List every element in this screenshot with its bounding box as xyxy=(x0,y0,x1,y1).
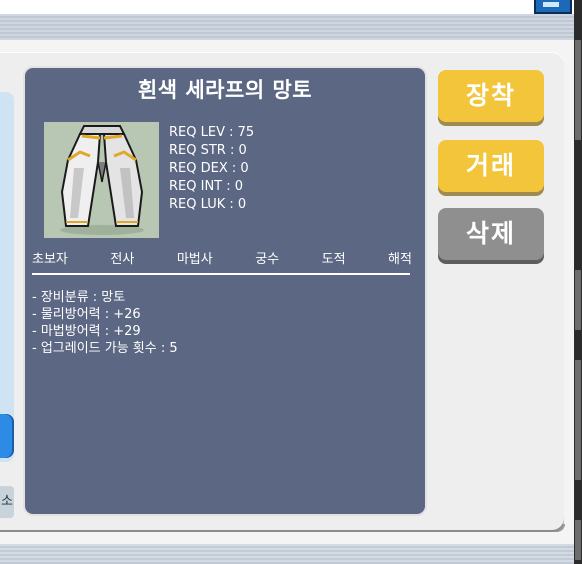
req-int: REQ INT : 0 xyxy=(169,179,244,194)
requirements-list: REQ LEV : 75 REQ STR : 0 REQ DEX : 0 REQ… xyxy=(169,124,254,214)
divider xyxy=(32,273,410,275)
window-corner-icon[interactable] xyxy=(534,0,572,14)
scrollbar-track[interactable] xyxy=(0,92,14,462)
top-area xyxy=(0,0,574,14)
equip-button[interactable]: 장착 xyxy=(438,70,544,122)
job-thief: 도적 xyxy=(321,252,346,267)
item-icon-box xyxy=(44,122,159,238)
background-edge xyxy=(574,0,582,564)
scrollbar-thumb[interactable] xyxy=(0,414,14,458)
white-cape-icon xyxy=(60,125,144,235)
job-pirate: 해적 xyxy=(388,252,412,267)
stat-upgrade-slots: - 업그레이드 가능 횟수 : 5 xyxy=(32,341,178,356)
job-magician: 마법사 xyxy=(176,252,213,267)
left-side-button[interactable]: 소 xyxy=(0,486,14,518)
req-dex: REQ DEX : 0 xyxy=(169,161,249,176)
req-level: REQ LEV : 75 xyxy=(169,125,255,140)
trade-button[interactable]: 거래 xyxy=(438,140,544,192)
stat-category: - 장비분류 : 망토 xyxy=(32,290,126,305)
stat-magic-defense: - 마법방어력 : +29 xyxy=(32,324,141,339)
req-str: REQ STR : 0 xyxy=(169,143,247,158)
stat-physical-defense: - 물리방어력 : +26 xyxy=(32,307,141,322)
item-stats: - 장비분류 : 망토 - 물리방어력 : +26 - 마법방어력 : +29 … xyxy=(32,289,178,357)
job-warrior: 전사 xyxy=(110,252,135,267)
window-header-band xyxy=(0,14,574,40)
req-luk: REQ LUK : 0 xyxy=(169,197,247,212)
job-archer: 궁수 xyxy=(255,252,280,267)
job-beginner: 초보자 xyxy=(32,252,68,267)
item-info-card: 흰색 세라프의 망토 REQ LEV : 75 REQ STR : 0 REQ … xyxy=(25,68,425,514)
delete-button[interactable]: 삭제 xyxy=(438,208,544,260)
window-footer-band xyxy=(0,544,574,564)
job-list: 초보자 전사 마법사 궁수 도적 해적 xyxy=(32,248,412,270)
item-name: 흰색 세라프의 망토 xyxy=(137,78,313,102)
